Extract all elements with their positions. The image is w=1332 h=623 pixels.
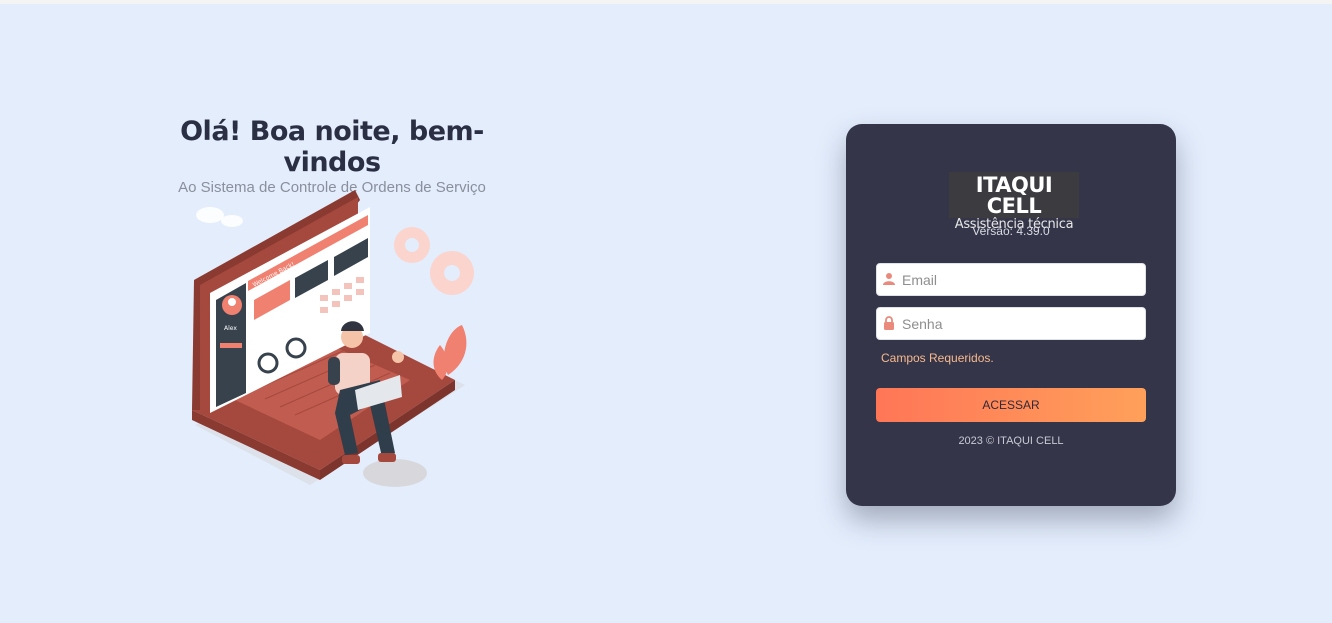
top-strip bbox=[0, 0, 1332, 4]
login-card: ITAQUI CELL Assistência técnica Versão: … bbox=[846, 124, 1176, 506]
lock-icon bbox=[884, 316, 894, 330]
password-field[interactable] bbox=[876, 307, 1146, 340]
hero-illustration: Alex Welcome Back! bbox=[180, 185, 490, 495]
version-label: Versão: 4.39.0 bbox=[972, 224, 1050, 238]
password-input[interactable] bbox=[902, 308, 1142, 339]
email-field[interactable] bbox=[876, 263, 1146, 296]
required-fields-message: Campos Requeridos. bbox=[881, 351, 994, 365]
gear-icon bbox=[394, 227, 474, 295]
cloud-icon bbox=[196, 207, 243, 227]
email-input[interactable] bbox=[902, 264, 1142, 295]
screen-user-name: Alex bbox=[224, 325, 237, 332]
greeting: Olá! Boa noite, bem-vindos Ao Sistema de… bbox=[132, 116, 532, 196]
login-submit-button[interactable]: ACESSAR bbox=[876, 388, 1146, 422]
copyright-footer: 2023 © ITAQUI CELL bbox=[958, 435, 1064, 447]
user-icon bbox=[883, 273, 895, 285]
logo-brand-text: ITAQUI CELL bbox=[975, 173, 1053, 218]
greeting-title: Olá! Boa noite, bem-vindos bbox=[180, 116, 484, 178]
plant-icon bbox=[433, 325, 467, 380]
brand-logo: ITAQUI CELL Assistência técnica bbox=[949, 172, 1079, 231]
laptop-illustration: Alex Welcome Back! bbox=[192, 190, 474, 487]
